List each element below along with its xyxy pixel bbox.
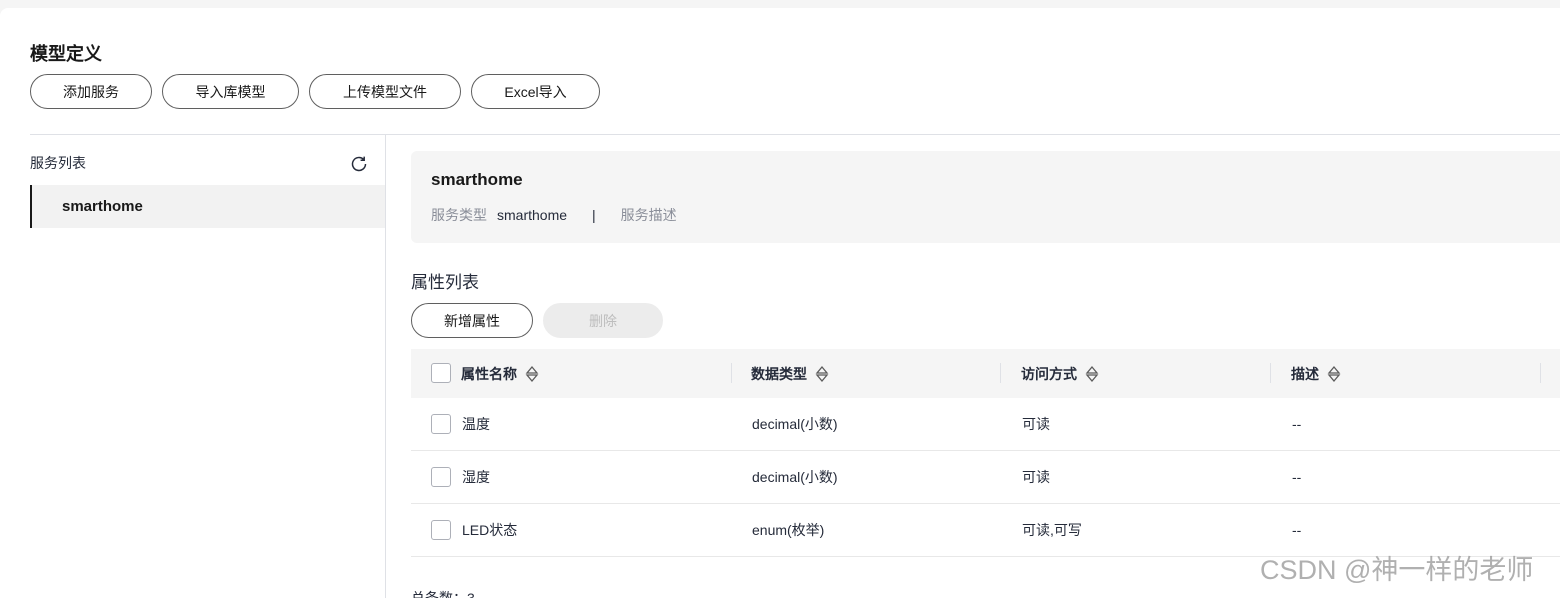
property-description: --: [1292, 416, 1302, 432]
sort-icon[interactable]: [525, 365, 539, 383]
row-checkbox[interactable]: [431, 414, 451, 434]
add-property-button[interactable]: 新增属性: [411, 303, 533, 338]
property-access: 可读: [1022, 469, 1050, 485]
column-divider[interactable]: [1540, 363, 1541, 383]
property-name: LED状态: [462, 522, 518, 538]
property-type: enum(枚举): [752, 522, 825, 538]
service-type-value: smarthome: [497, 207, 568, 223]
refresh-icon[interactable]: [349, 154, 369, 174]
property-type: decimal(小数): [752, 469, 838, 485]
table-header: 属性名称 数据类型 访问方式 描述: [411, 349, 1560, 398]
service-description-label: 服务描述: [620, 207, 677, 223]
column-divider[interactable]: [731, 363, 732, 383]
main-card: 模型定义 添加服务 导入库模型 上传模型文件 Excel导入 服务列表 smar…: [0, 8, 1560, 598]
property-name: 温度: [462, 416, 490, 432]
column-header-type[interactable]: 数据类型: [751, 349, 829, 398]
column-label: 数据类型: [751, 365, 807, 382]
column-header-name[interactable]: 属性名称: [461, 349, 539, 398]
sort-icon[interactable]: [1085, 365, 1099, 383]
column-label: 描述: [1291, 365, 1319, 382]
row-checkbox[interactable]: [431, 467, 451, 487]
column-divider[interactable]: [1000, 363, 1001, 383]
property-table: 属性名称 数据类型 访问方式 描述 温度 decimal(小数) 可读 -- 湿…: [411, 349, 1560, 557]
table-row[interactable]: 湿度 decimal(小数) 可读 --: [411, 451, 1560, 504]
upload-model-file-button[interactable]: 上传模型文件: [309, 74, 461, 109]
sidebar-item-smarthome[interactable]: smarthome: [30, 185, 385, 228]
vertical-divider: [385, 134, 386, 598]
excel-import-button[interactable]: Excel导入: [471, 74, 600, 109]
service-list-title: 服务列表: [30, 155, 86, 171]
service-name: smarthome: [431, 170, 523, 189]
page-title: 模型定义: [30, 44, 102, 64]
property-description: --: [1292, 469, 1302, 485]
horizontal-divider: [30, 134, 1560, 135]
row-checkbox[interactable]: [431, 520, 451, 540]
total-count: 总条数：3: [411, 590, 475, 598]
select-all-checkbox[interactable]: [431, 363, 451, 383]
sort-icon[interactable]: [815, 365, 829, 383]
service-type-label: 服务类型: [431, 207, 487, 223]
column-header-description[interactable]: 描述: [1291, 349, 1341, 398]
service-info-card: smarthome 服务类型 smarthome | 服务描述: [411, 151, 1560, 243]
table-row[interactable]: 温度 decimal(小数) 可读 --: [411, 398, 1560, 451]
service-meta: 服务类型 smarthome | 服务描述: [431, 205, 677, 225]
column-header-access[interactable]: 访问方式: [1021, 349, 1099, 398]
property-name: 湿度: [462, 469, 490, 485]
meta-separator: |: [592, 207, 596, 223]
import-library-model-button[interactable]: 导入库模型: [162, 74, 299, 109]
property-access: 可读,可写: [1022, 522, 1082, 538]
delete-button[interactable]: 删除: [543, 303, 663, 338]
column-label: 属性名称: [461, 365, 517, 382]
add-service-button[interactable]: 添加服务: [30, 74, 152, 109]
sort-icon[interactable]: [1327, 365, 1341, 383]
property-list-title: 属性列表: [411, 273, 479, 292]
property-type: decimal(小数): [752, 416, 838, 432]
property-access: 可读: [1022, 416, 1050, 432]
column-label: 访问方式: [1021, 365, 1077, 382]
column-divider[interactable]: [1270, 363, 1271, 383]
watermark: CSDN @神一样的老师: [1260, 555, 1534, 585]
